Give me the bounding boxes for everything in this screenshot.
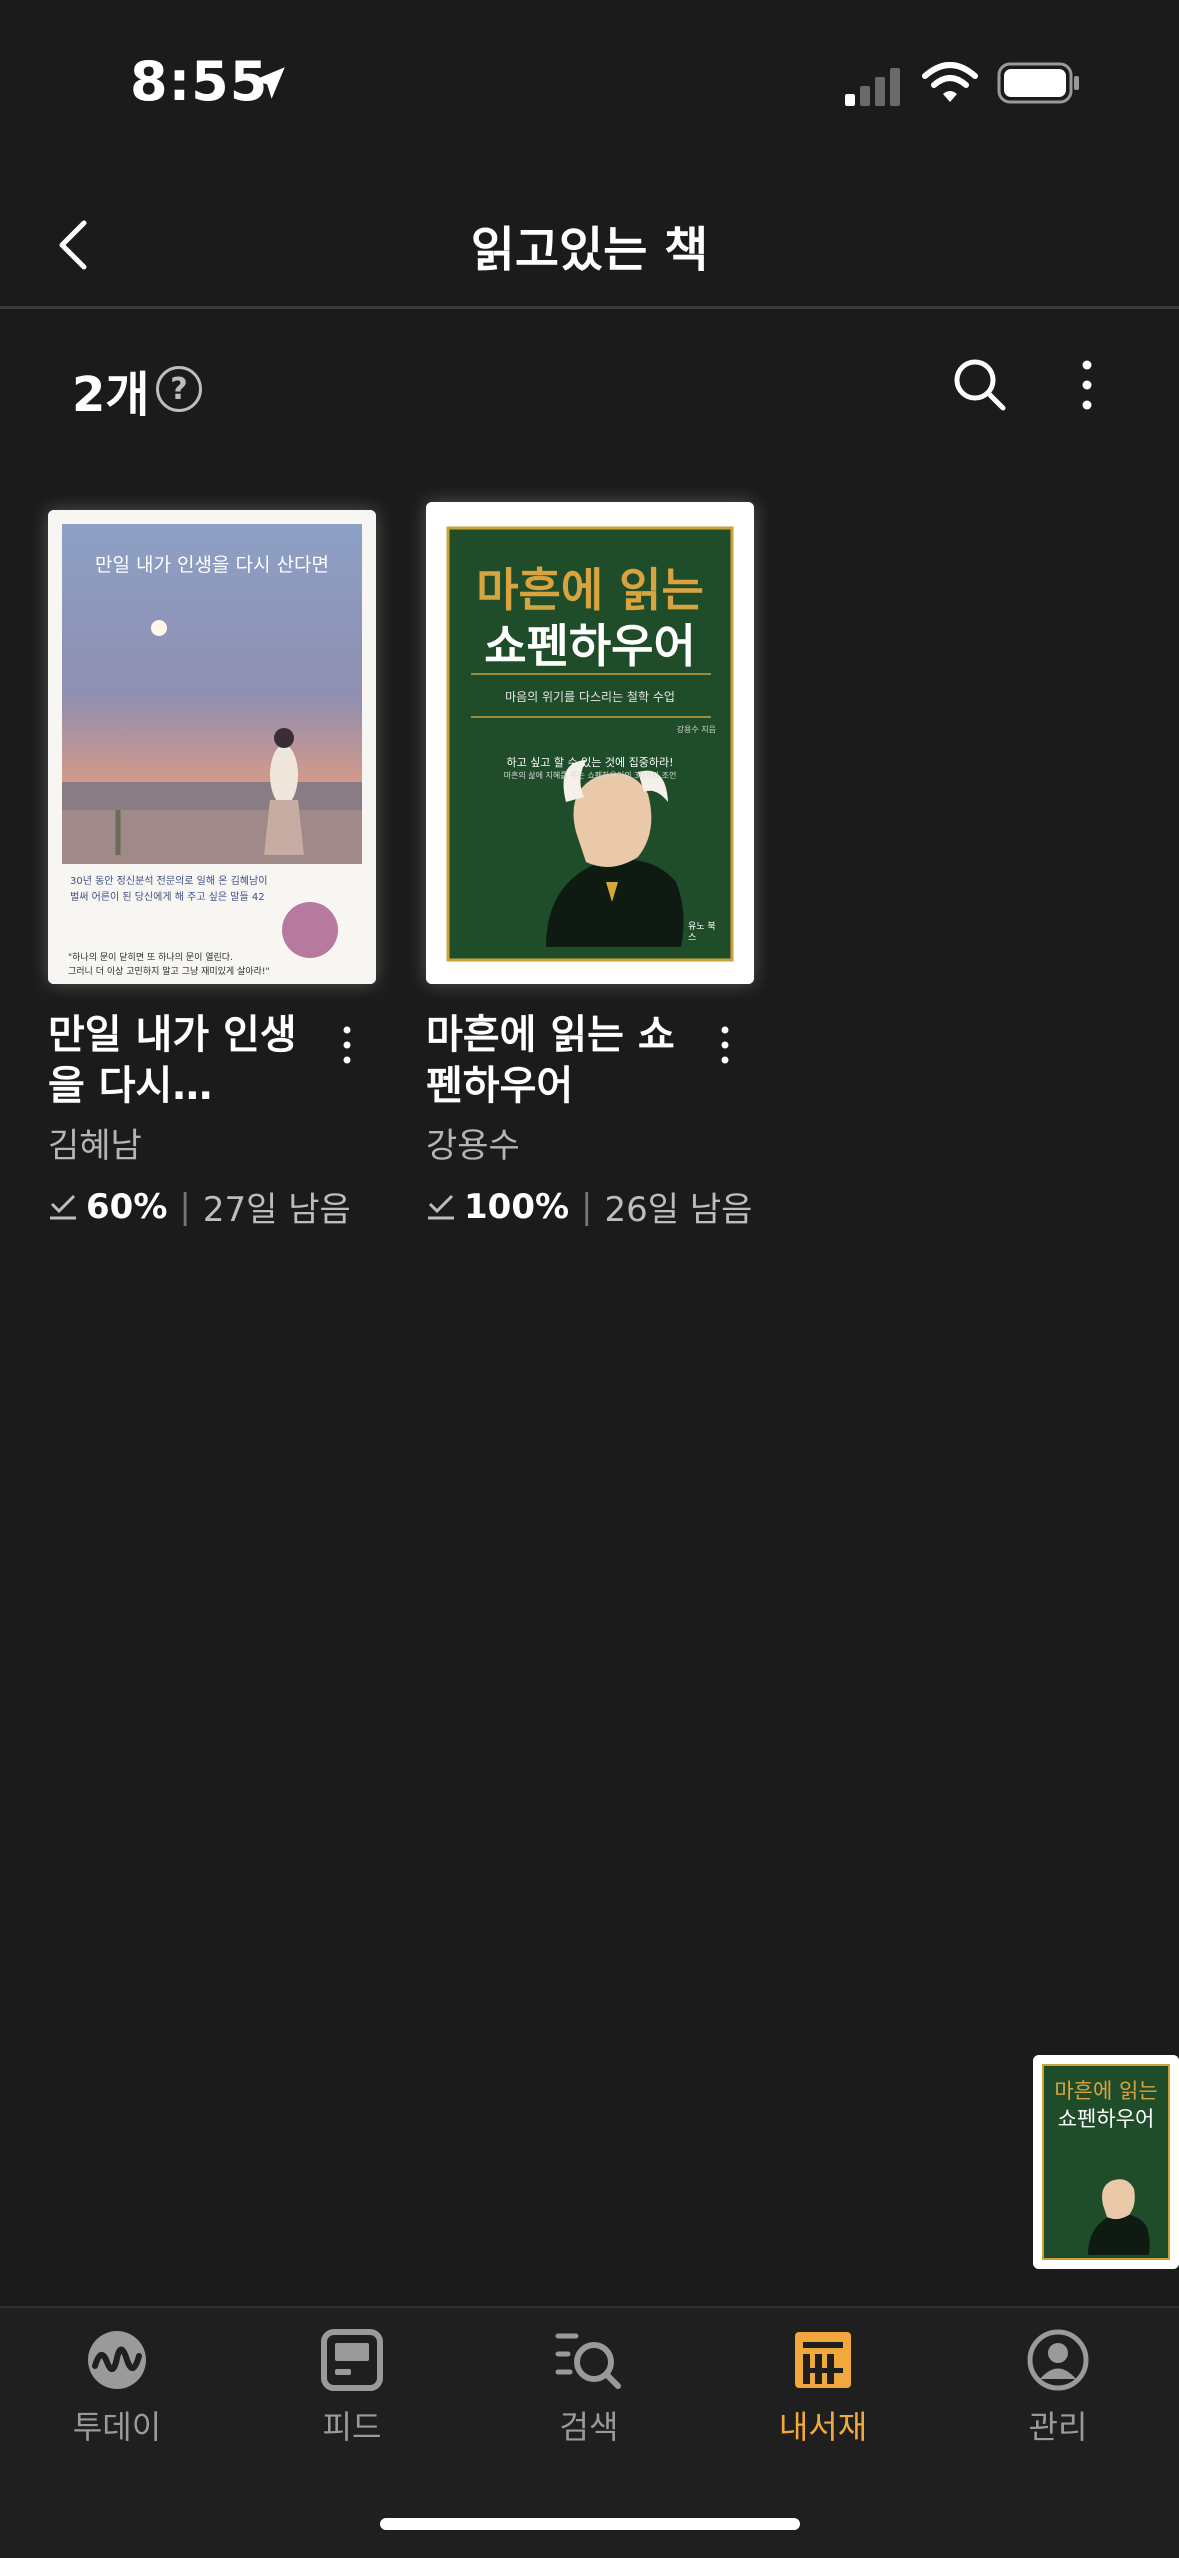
mini-title: 쇼펜하우어 — [1057, 2107, 1155, 2131]
book-cover[interactable]: 만일 내가 인생을 다시 산다면 30년 동안 정신분석 전문의로 일해 온 김… — [48, 510, 376, 984]
tab-library[interactable]: 내서재 — [733, 2328, 913, 2448]
tab-label: 관리 — [1028, 2408, 1088, 2446]
cover-subtitle: 마음의 위기를 다스리는 철학 수업 — [505, 690, 675, 704]
book-cover[interactable]: 마흔에 읽는 쇼펜하우어 마음의 위기를 다스리는 철학 수업 강용수 지음 하… — [426, 502, 754, 984]
tab-label: 검색 — [559, 2408, 619, 2446]
progress-percent: 100% — [464, 1186, 570, 1227]
tab-today[interactable]: 투데이 — [27, 2328, 207, 2448]
tab-feed[interactable]: 피드 — [262, 2328, 442, 2448]
check-icon — [50, 1194, 76, 1219]
cover-quote: 그러니 더 이상 고민하지 말고 그냥 재미있게 살아라!" — [68, 967, 270, 977]
feed-icon — [321, 2329, 383, 2391]
tab-label: 내서재 — [778, 2408, 868, 2446]
mini-title: 마흔에 읽는 — [1054, 2079, 1158, 2103]
progress-separator: | — [179, 1186, 191, 1227]
book-progress: 60% | 27일 남음 — [48, 1182, 351, 1231]
tab-search[interactable]: 검색 — [499, 2328, 679, 2448]
header-divider — [0, 306, 1179, 309]
cover-tagline: 마흔의 삶에 지혜를 주는 쇼펜하우어의 30가지 조언 — [503, 771, 677, 780]
book-cover-art — [48, 510, 376, 984]
tab-manage[interactable]: 관리 — [968, 2328, 1148, 2448]
check-icon — [428, 1194, 454, 1219]
help-icon[interactable]: ? — [156, 366, 202, 412]
floating-book-button[interactable]: 마흔에 읽는 쇼펜하우어 — [1033, 2055, 1179, 2269]
days-remaining: 26일 남음 — [604, 1190, 753, 1230]
book-title[interactable]: 마흔에 읽는 쇼펜하우어 — [426, 1010, 706, 1112]
book-more-icon[interactable] — [332, 1022, 362, 1068]
book-count: 2개 — [72, 367, 150, 423]
location-arrow-icon — [253, 67, 285, 99]
page-title: 읽고있는 책 — [470, 222, 709, 278]
book-title[interactable]: 만일 내가 인생을 다시… — [48, 1010, 328, 1112]
days-remaining: 27일 남음 — [202, 1190, 351, 1230]
home-indicator — [380, 2518, 800, 2530]
tab-label: 피드 — [322, 2408, 382, 2446]
cover-title: 만일 내가 인생을 다시 산다면 — [95, 554, 329, 576]
cover-author: 강용수 지음 — [676, 725, 716, 734]
profile-icon — [1027, 2329, 1089, 2391]
cover-blurb: 30년 동안 정신분석 전문의로 일해 온 김혜남이 — [70, 876, 268, 887]
book-author: 강용수 — [426, 1126, 520, 1166]
book-progress: 100% | 26일 남음 — [426, 1182, 752, 1231]
library-icon — [795, 2332, 851, 2388]
battery-icon — [997, 62, 1079, 104]
progress-percent: 60% — [86, 1186, 168, 1227]
search-icon[interactable] — [950, 355, 1010, 415]
cover-blurb: 벌써 어른이 된 당신에게 해 주고 싶은 말들 42 — [70, 892, 265, 903]
wifi-icon — [922, 62, 978, 102]
more-options-icon[interactable] — [1072, 355, 1102, 415]
cover-quote: "하나의 문이 닫히면 또 하나의 문이 열린다. — [68, 953, 233, 963]
book-more-icon[interactable] — [710, 1022, 740, 1068]
search-list-icon — [555, 2333, 621, 2389]
today-icon — [88, 2331, 146, 2389]
progress-separator: | — [581, 1186, 593, 1227]
cellular-signal-icon — [845, 68, 900, 106]
book-author: 김혜남 — [48, 1126, 142, 1166]
publisher-logo: 유노 북스 — [688, 922, 716, 943]
cover-title: 쇼펜하우어 — [484, 619, 696, 673]
cover-tagline: 하고 싶고 할 수 있는 것에 집중하라! — [506, 756, 674, 769]
tab-label: 투데이 — [72, 2408, 162, 2446]
